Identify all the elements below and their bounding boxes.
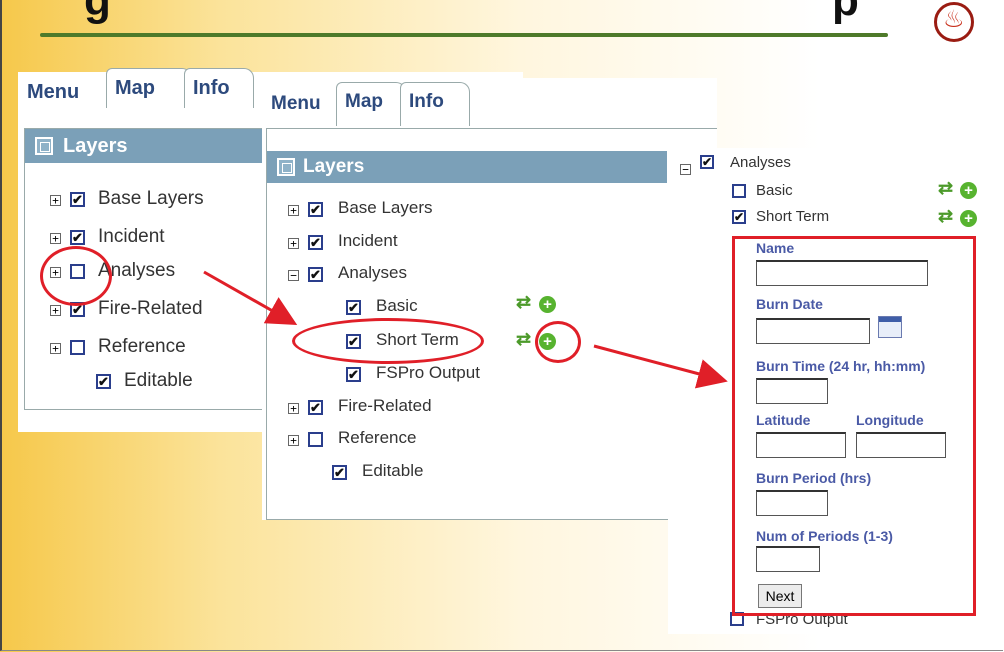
annotation-arrows (203, 270, 728, 389)
arrow-to-form (593, 344, 728, 389)
arrow-to-expanded (203, 270, 298, 325)
